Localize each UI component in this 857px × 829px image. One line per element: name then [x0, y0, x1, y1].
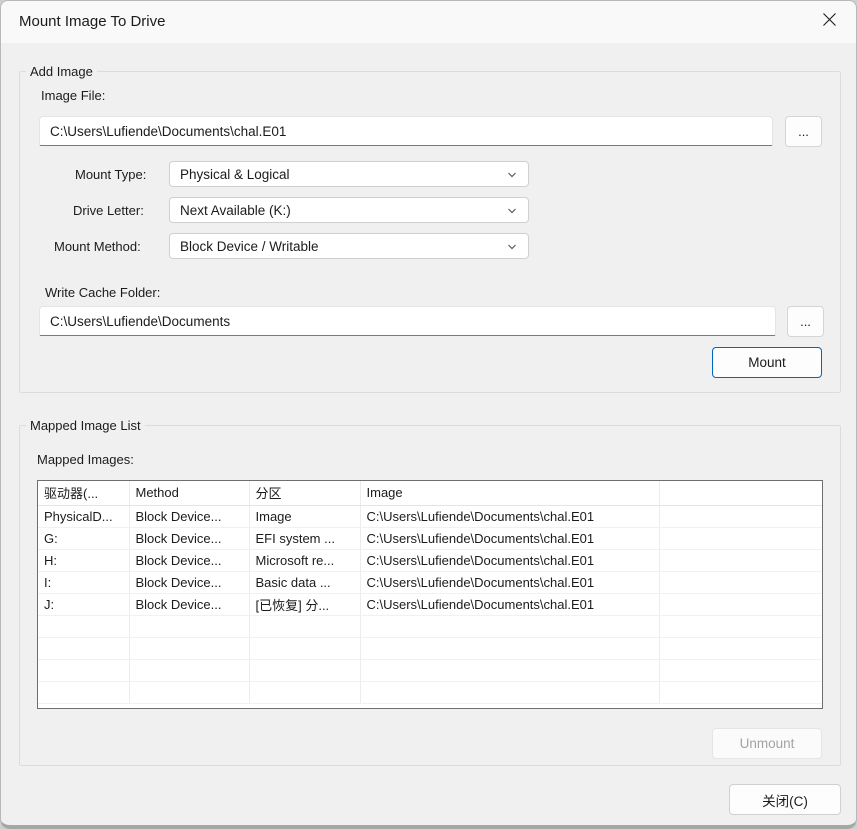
cell-partition[interactable]: Microsoft re...	[249, 549, 360, 571]
titlebar: Mount Image To Drive	[1, 1, 856, 43]
image-file-browse-button[interactable]: ...	[785, 116, 822, 147]
cell-drive[interactable]: J:	[38, 593, 129, 615]
cell-image[interactable]: C:\Users\Lufiende\Documents\chal.E01	[360, 571, 659, 593]
write-cache-input[interactable]	[39, 306, 776, 336]
drive-letter-label: Drive Letter:	[73, 203, 144, 218]
chevron-down-icon	[506, 205, 518, 220]
column-header-partition[interactable]: 分区	[249, 481, 360, 505]
mapped-image-list-group-label: Mapped Image List	[26, 417, 145, 434]
column-header-drive[interactable]: 驱动器(...	[38, 481, 129, 505]
column-header-image[interactable]: Image	[360, 481, 659, 505]
cell-blank[interactable]	[659, 571, 822, 593]
cell-drive[interactable]: PhysicalD...	[38, 505, 129, 527]
table-empty-row	[38, 615, 822, 637]
window-title: Mount Image To Drive	[19, 13, 165, 30]
mount-method-select[interactable]: Block Device / Writable	[169, 233, 529, 259]
image-file-label: Image File:	[41, 88, 105, 103]
mount-button[interactable]: Mount	[712, 347, 822, 378]
mount-type-value: Physical & Logical	[180, 167, 290, 182]
chevron-down-icon	[506, 169, 518, 184]
column-header-blank[interactable]	[659, 481, 822, 505]
cell-method[interactable]: Block Device...	[129, 571, 249, 593]
mapped-images-label: Mapped Images:	[37, 452, 134, 467]
drive-letter-select[interactable]: Next Available (K:)	[169, 197, 529, 223]
mount-method-value: Block Device / Writable	[180, 239, 319, 254]
cell-blank[interactable]	[659, 527, 822, 549]
cell-image[interactable]: C:\Users\Lufiende\Documents\chal.E01	[360, 549, 659, 571]
cell-blank[interactable]	[659, 549, 822, 571]
mount-type-label: Mount Type:	[75, 167, 146, 182]
table-header-row: 驱动器(... Method 分区 Image	[38, 481, 822, 505]
cell-partition[interactable]: EFI system ...	[249, 527, 360, 549]
cell-blank[interactable]	[659, 593, 822, 615]
table-empty-row	[38, 681, 822, 703]
table-row[interactable]: H: Block Device... Microsoft re... C:\Us…	[38, 549, 822, 571]
image-file-input[interactable]	[39, 116, 773, 146]
cell-drive[interactable]: G:	[38, 527, 129, 549]
cell-partition[interactable]: Image	[249, 505, 360, 527]
chevron-down-icon	[506, 241, 518, 256]
mount-method-label: Mount Method:	[54, 239, 141, 254]
cell-method[interactable]: Block Device...	[129, 527, 249, 549]
cell-image[interactable]: C:\Users\Lufiende\Documents\chal.E01	[360, 505, 659, 527]
mount-image-dialog: Mount Image To Drive Add Image Image Fil…	[0, 0, 857, 829]
write-cache-browse-button[interactable]: ...	[787, 306, 824, 337]
cell-method[interactable]: Block Device...	[129, 505, 249, 527]
cell-image[interactable]: C:\Users\Lufiende\Documents\chal.E01	[360, 527, 659, 549]
cell-partition[interactable]: Basic data ...	[249, 571, 360, 593]
unmount-button[interactable]: Unmount	[712, 728, 822, 759]
close-icon	[822, 12, 837, 32]
table-row[interactable]: G: Block Device... EFI system ... C:\Use…	[38, 527, 822, 549]
mapped-images-table[interactable]: 驱动器(... Method 分区 Image PhysicalD... Blo…	[37, 480, 823, 709]
cell-method[interactable]: Block Device...	[129, 549, 249, 571]
cell-blank[interactable]	[659, 505, 822, 527]
table-row[interactable]: I: Block Device... Basic data ... C:\Use…	[38, 571, 822, 593]
table-row[interactable]: PhysicalD... Block Device... Image C:\Us…	[38, 505, 822, 527]
cell-method[interactable]: Block Device...	[129, 593, 249, 615]
dialog-close-button[interactable]: 关闭(C)	[729, 784, 841, 815]
cell-drive[interactable]: H:	[38, 549, 129, 571]
drive-letter-value: Next Available (K:)	[180, 203, 291, 218]
table-empty-row	[38, 637, 822, 659]
cell-drive[interactable]: I:	[38, 571, 129, 593]
table-empty-row	[38, 659, 822, 681]
add-image-group-label: Add Image	[26, 63, 97, 80]
cell-image[interactable]: C:\Users\Lufiende\Documents\chal.E01	[360, 593, 659, 615]
column-header-method[interactable]: Method	[129, 481, 249, 505]
table-row[interactable]: J: Block Device... [已恢复] 分... C:\Users\L…	[38, 593, 822, 615]
cell-partition[interactable]: [已恢复] 分...	[249, 593, 360, 615]
close-button[interactable]	[810, 7, 848, 37]
write-cache-label: Write Cache Folder:	[45, 285, 160, 300]
mount-type-select[interactable]: Physical & Logical	[169, 161, 529, 187]
